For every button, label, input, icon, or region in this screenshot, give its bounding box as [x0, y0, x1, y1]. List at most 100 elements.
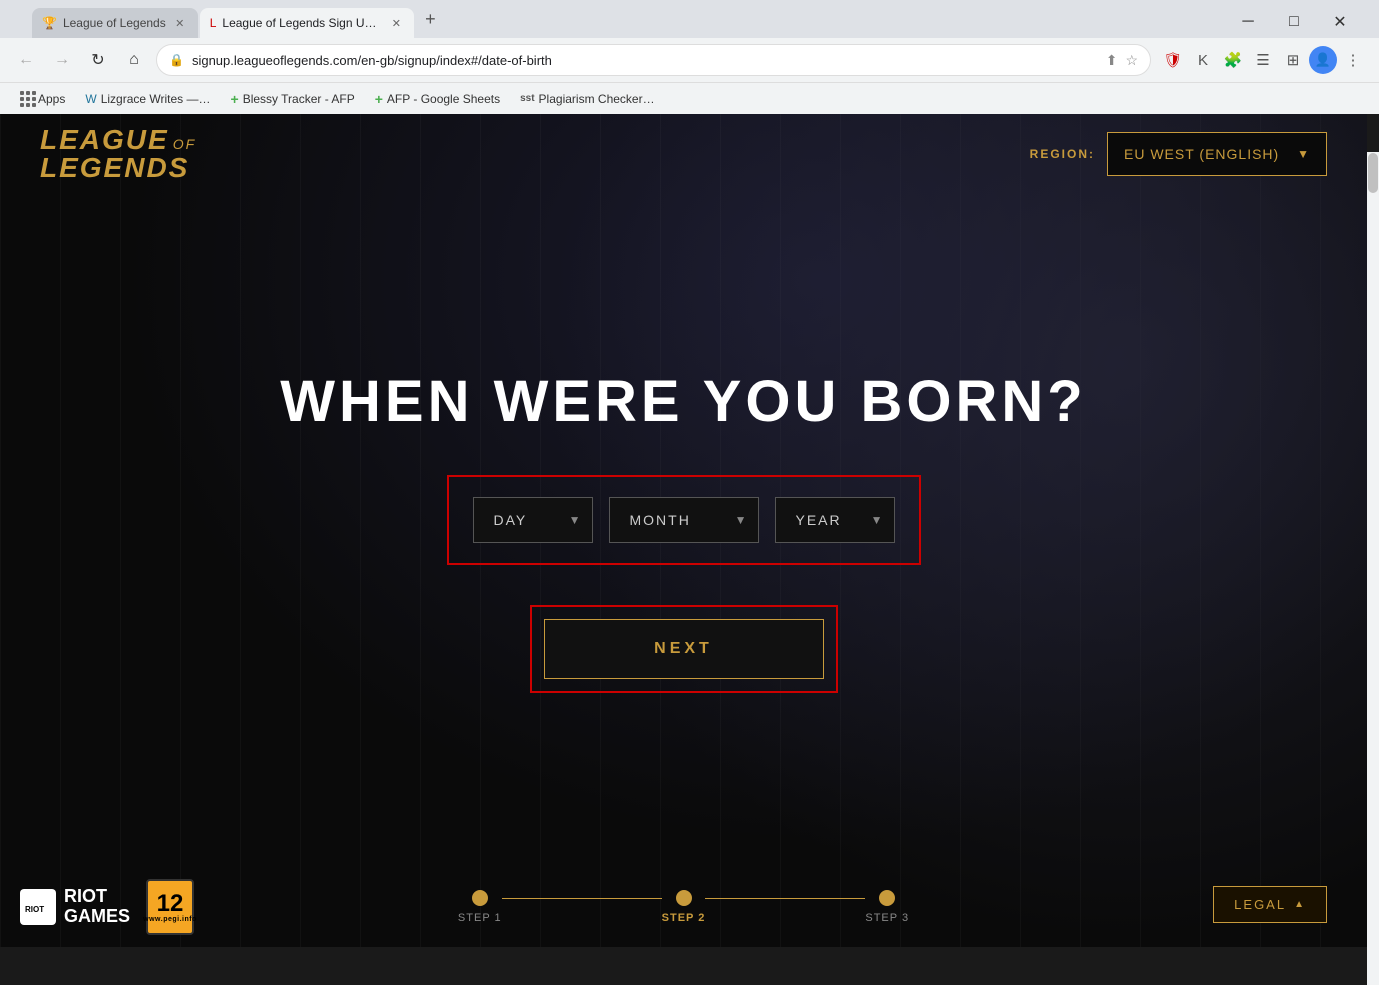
- close-window-button[interactable]: ✕: [1317, 6, 1363, 38]
- pegi-number: 12: [157, 892, 184, 916]
- year-wrapper: YEAR ▼: [775, 497, 895, 543]
- step3-label: STEP 3: [865, 912, 909, 924]
- tab2-close[interactable]: ✕: [388, 15, 404, 31]
- blessy-label: Blessy Tracker - AFP: [243, 92, 355, 106]
- step-3: STEP 3: [865, 890, 909, 924]
- logo-league: LEAGUE: [40, 126, 169, 154]
- page-content: LEAGUE OF LEGENDS REGION: EU WEST (ENGLI…: [0, 114, 1367, 947]
- page-title: WHEN WERE YOU BORN?: [280, 368, 1086, 435]
- url-display: signup.leagueoflegends.com/en-gb/signup/…: [192, 53, 1098, 68]
- bookmark-blessy[interactable]: + Blessy Tracker - AFP: [223, 87, 363, 111]
- tab1-favicon: 🏆: [42, 16, 57, 30]
- page-footer: RIOT RIOT GAMES 12 www.pegi.info: [20, 867, 194, 947]
- step-line-2: [705, 898, 865, 899]
- reading-list-icon[interactable]: ☰: [1249, 46, 1277, 74]
- logo-of: OF: [173, 137, 196, 151]
- tab1-close[interactable]: ✕: [172, 15, 188, 31]
- scrollbar-thumb[interactable]: [1368, 153, 1378, 193]
- bookmarks-bar: Apps W Lizgrace Writes —… + Blessy Track…: [0, 82, 1379, 114]
- lock-icon: 🔒: [169, 53, 184, 67]
- riot-line1: RIOT: [64, 887, 130, 907]
- riot-icon: RIOT: [20, 889, 56, 925]
- region-label: REGION:: [1030, 147, 1095, 161]
- star-icon: ☆: [1125, 52, 1138, 69]
- shield-icon[interactable]: 🛡: [1159, 46, 1187, 74]
- legal-button[interactable]: LEGAL ▲: [1213, 886, 1327, 923]
- month-select[interactable]: MONTH: [609, 497, 759, 543]
- lizgrace-label: Lizgrace Writes —…: [101, 92, 211, 106]
- extensions-icon[interactable]: K: [1189, 46, 1217, 74]
- home-button[interactable]: ⌂: [120, 46, 148, 74]
- region-arrow-icon: ▼: [1297, 147, 1310, 161]
- lol-header: LEAGUE OF LEGENDS REGION: EU WEST (ENGLI…: [0, 114, 1367, 194]
- day-wrapper: DAY ▼: [473, 497, 593, 543]
- region-selector: REGION: EU WEST (ENGLISH) ▼: [1030, 132, 1327, 176]
- steps-inner: STEP 1 STEP 2 STEP 3: [384, 890, 984, 924]
- pegi-sub: www.pegi.info: [143, 916, 197, 923]
- tab-1[interactable]: 🏆 League of Legends ✕: [32, 8, 198, 38]
- share-icon: ⬆: [1106, 52, 1118, 69]
- day-select[interactable]: DAY: [473, 497, 593, 543]
- next-label: NEXT: [654, 640, 713, 657]
- step1-circle: [472, 890, 488, 906]
- month-wrapper: MONTH ▼: [609, 497, 759, 543]
- afp-favicon: +: [375, 91, 383, 107]
- date-selectors: DAY ▼ MONTH ▼ YEAR ▼: [473, 497, 895, 543]
- afp-label: AFP - Google Sheets: [387, 92, 500, 106]
- forward-button[interactable]: →: [48, 46, 76, 74]
- next-button[interactable]: NEXT: [544, 619, 824, 679]
- logo-legends: LEGENDS: [40, 154, 196, 182]
- back-button[interactable]: ←: [12, 46, 40, 74]
- year-select[interactable]: YEAR: [775, 497, 895, 543]
- blessy-favicon: +: [231, 91, 239, 107]
- svg-text:RIOT: RIOT: [25, 905, 44, 914]
- bookmark-apps[interactable]: Apps: [12, 87, 73, 111]
- omnibar-row: ← → ↻ ⌂ 🔒 signup.leagueoflegends.com/en-…: [0, 38, 1379, 82]
- riot-text: RIOT GAMES: [64, 887, 130, 927]
- date-selector-container: DAY ▼ MONTH ▼ YEAR ▼: [447, 475, 921, 565]
- tab2-title: League of Legends Sign Up | EU: [222, 16, 382, 30]
- reload-button[interactable]: ↻: [84, 46, 112, 74]
- split-screen-icon[interactable]: ⊞: [1279, 46, 1307, 74]
- profile-button[interactable]: 👤: [1309, 46, 1337, 74]
- region-dropdown[interactable]: EU WEST (ENGLISH) ▼: [1107, 132, 1327, 176]
- legal-label: LEGAL: [1234, 897, 1286, 912]
- main-content: WHEN WERE YOU BORN? DAY ▼ MONTH ▼: [0, 194, 1367, 867]
- tab-2[interactable]: L League of Legends Sign Up | EU ✕: [200, 8, 415, 38]
- steps-bar: STEP 1 STEP 2 STEP 3 LEGAL ▲: [0, 867, 1367, 947]
- omnibar[interactable]: 🔒 signup.leagueoflegends.com/en-gb/signu…: [156, 44, 1151, 76]
- new-tab-button[interactable]: +: [416, 5, 444, 33]
- tab2-favicon: L: [210, 16, 217, 30]
- plagiarism-label: Plagiarism Checker…: [539, 92, 655, 106]
- apps-grid-icon: [20, 91, 34, 107]
- riot-line2: GAMES: [64, 907, 130, 927]
- apps-label: Apps: [38, 92, 65, 106]
- step2-label: STEP 2: [662, 912, 706, 924]
- tab1-title: League of Legends: [63, 16, 166, 30]
- next-button-container: NEXT: [530, 605, 838, 693]
- pegi-badge: 12 www.pegi.info: [146, 879, 194, 935]
- scrollbar[interactable]: [1367, 152, 1379, 985]
- step1-label: STEP 1: [458, 912, 502, 924]
- step3-circle: [879, 890, 895, 906]
- lol-logo: LEAGUE OF LEGENDS: [40, 126, 196, 182]
- puzzle-icon[interactable]: 🧩: [1219, 46, 1247, 74]
- bookmark-plagiarism[interactable]: sst Plagiarism Checker…: [512, 88, 663, 110]
- step-line-1: [502, 898, 662, 899]
- browser-shell: 🏆 League of Legends ✕ L League of Legend…: [0, 0, 1379, 114]
- step2-circle: [676, 890, 692, 906]
- toolbar-icons: 🛡 K 🧩 ☰ ⊞ 👤 ⋮: [1159, 46, 1367, 74]
- maximize-button[interactable]: □: [1271, 6, 1317, 38]
- step-1: STEP 1: [458, 890, 502, 924]
- riot-games-icon: RIOT: [23, 892, 53, 922]
- bookmark-afp[interactable]: + AFP - Google Sheets: [367, 87, 508, 111]
- lizgrace-favicon: W: [85, 92, 96, 106]
- legal-arrow-icon: ▲: [1294, 899, 1306, 910]
- riot-logo: RIOT RIOT GAMES: [20, 887, 130, 927]
- logo-top-row: LEAGUE OF: [40, 126, 196, 154]
- region-value: EU WEST (ENGLISH): [1124, 146, 1279, 162]
- bookmark-lizgrace[interactable]: W Lizgrace Writes —…: [77, 88, 218, 110]
- minimize-button[interactable]: ─: [1225, 6, 1271, 38]
- title-bar: 🏆 League of Legends ✕ L League of Legend…: [0, 0, 1379, 38]
- more-options-icon[interactable]: ⋮: [1339, 46, 1367, 74]
